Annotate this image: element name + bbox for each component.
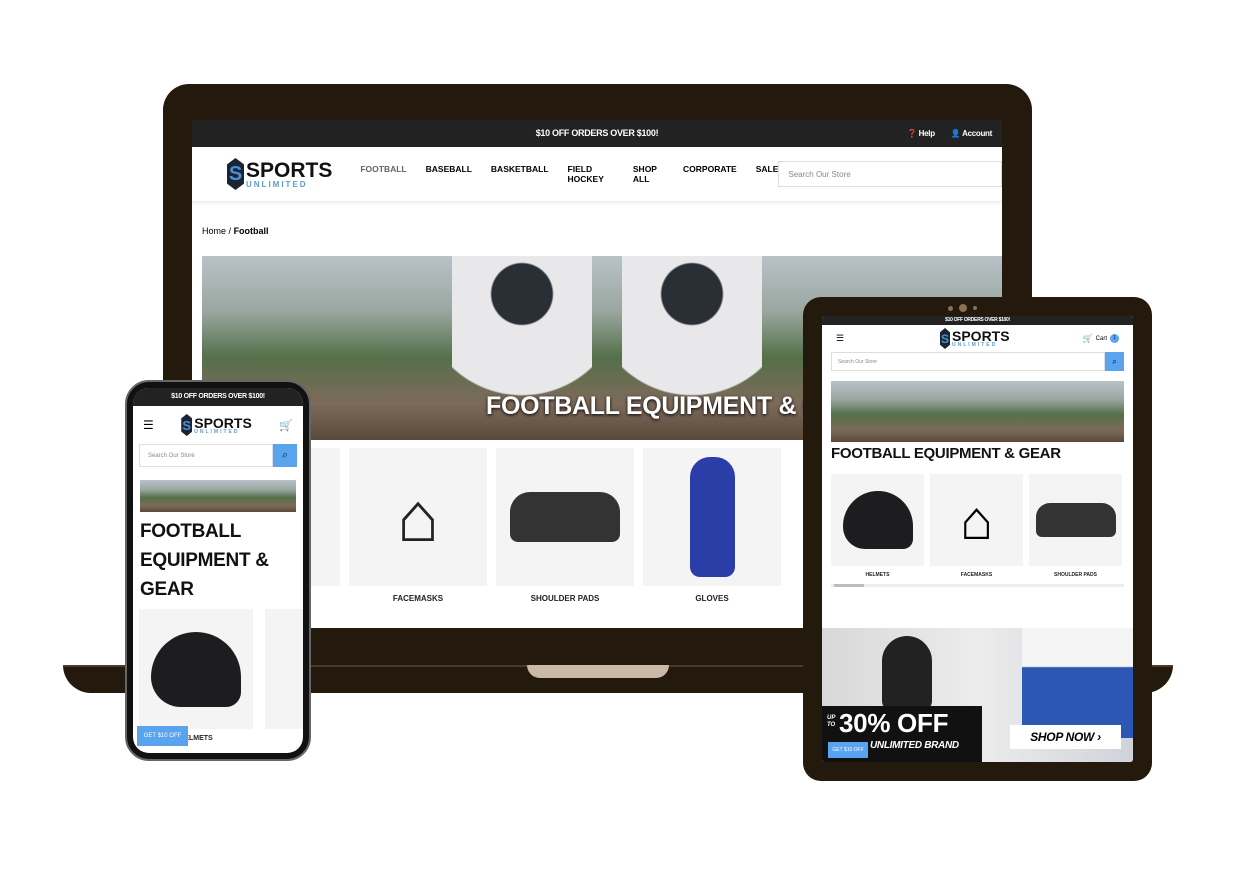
- logo-bottom: UNLIMITED: [246, 179, 308, 189]
- banner-discount: 30% OFF: [839, 708, 949, 738]
- helmets-image: [831, 474, 924, 566]
- category-helmets[interactable]: HELMETS: [139, 609, 253, 742]
- main-nav: FOOTBALL BASEBALL BASKETBALL FIELD HOCKE…: [360, 164, 778, 184]
- logo-mark: S: [227, 158, 244, 190]
- helmets-image: [139, 609, 253, 729]
- cart-icon[interactable]: 🛒: [279, 419, 293, 432]
- logo-top: SPORTS: [194, 414, 252, 431]
- category-grid: HELMETS ⌂ FACEMASKS SHOULDER PADS: [831, 474, 1124, 578]
- tablet-screen: $10 OFF ORDERS OVER $100! ☰ S SPORTS UNLIM…: [822, 316, 1133, 762]
- search-input[interactable]: Search Our Store: [831, 352, 1105, 371]
- category-facemasks[interactable]: ⌂ FACEMASKS: [349, 448, 487, 603]
- promo-banner[interactable]: UP TO 30% OFF UNLIMITED BRAND SHOP NOW ›…: [822, 628, 1133, 762]
- get-offer-button[interactable]: GET $10 OFF: [137, 726, 188, 746]
- cart-icon: 🛒: [1082, 334, 1093, 343]
- search-placeholder: Search Our Store: [788, 169, 851, 179]
- breadcrumb: Home / Football: [202, 226, 1002, 236]
- nav-corporate[interactable]: CORPORATE: [683, 164, 737, 184]
- category-label: FACEMASKS: [392, 594, 444, 603]
- hero-title-line: EQUIPMENT & GEAR: [140, 550, 269, 600]
- hero-title: FOOTBALL EQUIPMENT & GEAR: [140, 517, 296, 604]
- logo-mark: S: [181, 414, 193, 436]
- logo[interactable]: S SPORTS UNLIMITED: [227, 158, 332, 190]
- category-scrollbar[interactable]: [831, 584, 1124, 587]
- promo-bar: $10 OFF ORDERS OVER $100! ❓ Help 👤 Accou…: [192, 120, 1002, 147]
- logo-top: SPORTS: [246, 158, 333, 182]
- user-icon: 👤: [950, 129, 961, 138]
- promo-bar: $10 OFF ORDERS OVER $100!: [133, 388, 303, 406]
- mobile-header: ☰ S SPORTS UNLIMITED 🛒: [133, 406, 303, 444]
- logo-top: SPORTS: [952, 328, 1010, 344]
- hero-title: FOOTBALL EQUIPMENT & GEAR: [831, 445, 1061, 462]
- logo-mark: S: [940, 328, 950, 349]
- category-grid: HELMETS: [139, 609, 303, 742]
- category-facemasks[interactable]: [265, 609, 303, 729]
- laptop-notch: [527, 665, 669, 678]
- category-facemasks[interactable]: ⌂ FACEMASKS: [930, 474, 1023, 578]
- shoulder-pads-image: [496, 448, 634, 586]
- search-button[interactable]: ⌕: [1105, 352, 1124, 371]
- breadcrumb-current: Football: [233, 226, 269, 236]
- question-circle-icon: ❓: [907, 129, 917, 138]
- cart-link[interactable]: 🛒 Cart 1: [1083, 334, 1119, 343]
- category-label: SHOULDER PADS: [530, 594, 600, 603]
- hamburger-icon[interactable]: ☰: [143, 418, 154, 432]
- nav-basketball[interactable]: BASKETBALL: [491, 164, 549, 184]
- nav-shop-all[interactable]: SHOP ALL: [633, 164, 664, 184]
- search-placeholder: Search Our Store: [838, 358, 877, 365]
- shoulder-pads-image: [1029, 474, 1122, 566]
- shop-now-button[interactable]: SHOP NOW ›: [1010, 725, 1121, 749]
- player-image: [1022, 628, 1133, 738]
- category-helmets[interactable]: HELMETS: [831, 474, 924, 578]
- search-icon: ⌕: [1111, 356, 1118, 366]
- facemask-image: ⌂: [930, 474, 1023, 566]
- category-label: FACEMASKS: [960, 572, 993, 578]
- hero-banner: [831, 381, 1124, 442]
- help-label: Help: [918, 129, 935, 138]
- nav-baseball[interactable]: BASEBALL: [426, 164, 472, 184]
- tablet-search: Search Our Store ⌕: [831, 352, 1124, 371]
- promo-bar: $10 OFF ORDERS OVER $100!: [822, 316, 1133, 325]
- cart-label: Cart: [1095, 335, 1107, 342]
- logo[interactable]: S SPORTS UNLIMITED: [181, 414, 252, 436]
- tablet-camera: [948, 304, 982, 312]
- mobile-search: Search Our Store ⌕: [139, 444, 297, 467]
- get-offer-button[interactable]: GET $10 OFF: [828, 742, 868, 758]
- banner-up-to: UP TO: [827, 715, 836, 728]
- tablet-header: ☰ S SPORTS UNLIMITED 🛒 Cart 1: [822, 325, 1133, 352]
- gloves-image: [643, 448, 781, 586]
- nav-sale[interactable]: SALE: [756, 164, 779, 184]
- search-input[interactable]: Search Our Store: [778, 161, 1002, 187]
- site-header: S SPORTS UNLIMITED FOOTBALL BASEBALL BASK…: [192, 147, 1002, 202]
- promo-text: $10 OFF ORDERS OVER $100!: [535, 128, 659, 138]
- category-shoulder-pads[interactable]: SHOULDER PADS: [1029, 474, 1122, 578]
- breadcrumb-separator: /: [228, 226, 232, 236]
- search-button[interactable]: ⌕: [273, 444, 297, 467]
- balaclava-image: [882, 636, 932, 711]
- category-label: GLOVES: [695, 594, 729, 603]
- nav-field-hockey[interactable]: FIELD HOCKEY: [568, 164, 614, 184]
- account-label: Account: [962, 129, 992, 138]
- banner-brand: UNLIMITED BRAND: [870, 740, 959, 751]
- hero-title-line: FOOTBALL: [140, 521, 242, 542]
- logo[interactable]: S SPORTS UNLIMITED: [940, 328, 1010, 349]
- help-link[interactable]: ❓ Help: [907, 120, 935, 147]
- breadcrumb-home[interactable]: Home: [202, 226, 226, 236]
- search-icon: ⌕: [281, 449, 289, 461]
- cart-count-badge: 1: [1110, 334, 1119, 343]
- category-label: HELMETS: [865, 572, 890, 578]
- search-input[interactable]: Search Our Store: [139, 444, 273, 467]
- hamburger-icon[interactable]: ☰: [836, 333, 844, 344]
- category-gloves[interactable]: GLOVES: [643, 448, 781, 603]
- category-label: SHOULDER PADS: [1054, 572, 1097, 578]
- nav-football[interactable]: FOOTBALL: [360, 164, 406, 184]
- phone-screen: $10 OFF ORDERS OVER $100! ☰ S SPORTS UNLIM…: [133, 388, 303, 753]
- facemask-image: ⌂: [349, 448, 487, 586]
- account-link[interactable]: 👤 Account: [950, 120, 993, 147]
- search-placeholder: Search Our Store: [148, 452, 195, 459]
- category-shoulder-pads[interactable]: SHOULDER PADS: [496, 448, 634, 603]
- hero-banner: [140, 480, 296, 512]
